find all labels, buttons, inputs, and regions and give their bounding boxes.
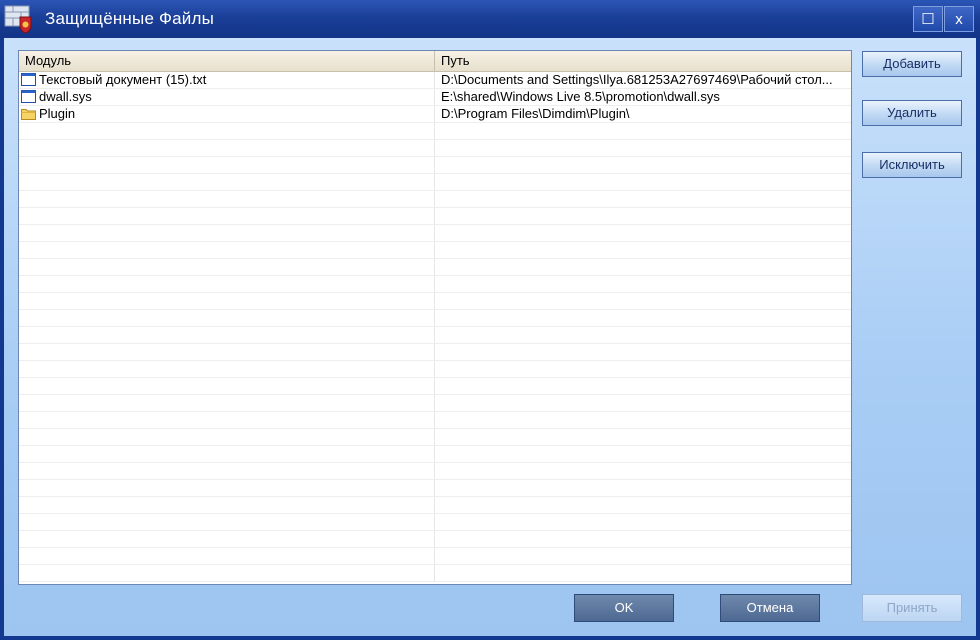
apply-button[interactable]: Принять — [862, 594, 962, 622]
empty-row — [19, 327, 851, 344]
list-rows: Текстовый документ (15).txt D:\Documents… — [19, 72, 851, 582]
empty-cell — [19, 225, 435, 241]
module-cell: dwall.sys — [19, 89, 435, 105]
empty-row — [19, 344, 851, 361]
list-header: Модуль Путь — [19, 51, 851, 72]
column-header-module[interactable]: Модуль — [19, 51, 435, 71]
path-cell: E:\shared\Windows Live 8.5\promotion\dwa… — [441, 89, 720, 104]
empty-cell — [19, 395, 435, 411]
empty-row — [19, 293, 851, 310]
empty-cell — [19, 293, 435, 309]
empty-row — [19, 531, 851, 548]
empty-cell — [19, 514, 435, 530]
empty-row — [19, 157, 851, 174]
close-button[interactable]: x — [944, 6, 974, 32]
text-file-icon — [21, 73, 36, 86]
empty-row — [19, 395, 851, 412]
empty-row — [19, 191, 851, 208]
empty-row — [19, 208, 851, 225]
empty-cell — [19, 497, 435, 513]
empty-row — [19, 123, 851, 140]
empty-cell — [19, 157, 435, 173]
empty-cell — [19, 344, 435, 360]
empty-row — [19, 463, 851, 480]
remove-button[interactable]: Удалить — [862, 100, 962, 126]
folder-icon — [21, 109, 36, 120]
empty-row — [19, 242, 851, 259]
module-name: dwall.sys — [39, 89, 92, 104]
empty-row — [19, 565, 851, 582]
module-name: Plugin — [39, 106, 76, 121]
empty-row — [19, 548, 851, 565]
path-cell: D:\Documents and Settings\Ilya.681253A27… — [441, 72, 833, 87]
empty-cell — [19, 463, 435, 479]
empty-row — [19, 497, 851, 514]
empty-cell — [19, 361, 435, 377]
empty-cell — [19, 242, 435, 258]
module-name: Текстовый документ (15).txt — [39, 72, 207, 87]
empty-row — [19, 514, 851, 531]
table-row[interactable]: Текстовый документ (15).txt D:\Documents… — [19, 72, 851, 89]
path-cell: D:\Program Files\Dimdim\Plugin\ — [441, 106, 630, 121]
column-header-path[interactable]: Путь — [435, 51, 851, 71]
table-row[interactable]: dwall.sys E:\shared\Windows Live 8.5\pro… — [19, 89, 851, 106]
empty-row — [19, 361, 851, 378]
window-title: Защищённые Файлы — [45, 9, 215, 28]
empty-row — [19, 412, 851, 429]
empty-row — [19, 310, 851, 327]
empty-cell — [19, 378, 435, 394]
protected-files-list[interactable]: Модуль Путь Текстовый документ (15).txt … — [18, 50, 852, 585]
empty-cell — [19, 327, 435, 343]
empty-cell — [19, 123, 435, 139]
empty-row — [19, 480, 851, 497]
empty-cell — [19, 276, 435, 292]
empty-cell — [19, 259, 435, 275]
maximize-button[interactable]: ☐ — [913, 6, 943, 32]
empty-cell — [19, 429, 435, 445]
empty-cell — [19, 310, 435, 326]
empty-cell — [19, 208, 435, 224]
empty-cell — [19, 565, 435, 581]
shield-wall-icon — [4, 5, 32, 34]
module-cell: Plugin — [19, 106, 435, 122]
close-icon: x — [955, 10, 963, 28]
empty-row — [19, 429, 851, 446]
empty-cell — [19, 548, 435, 564]
empty-cell — [19, 412, 435, 428]
protected-files-window: Защищённые Файлы ☐ x Модуль Путь Текстов… — [0, 0, 980, 640]
maximize-icon: ☐ — [921, 11, 935, 28]
empty-row — [19, 276, 851, 293]
empty-cell — [19, 531, 435, 547]
module-cell: Текстовый документ (15).txt — [19, 72, 435, 88]
title-bar[interactable]: Защищённые Файлы ☐ x — [0, 0, 980, 38]
empty-row — [19, 225, 851, 242]
empty-row — [19, 174, 851, 191]
ok-button[interactable]: OK — [574, 594, 674, 622]
empty-row — [19, 446, 851, 463]
empty-cell — [19, 191, 435, 207]
empty-cell — [19, 174, 435, 190]
exclude-button[interactable]: Исключить — [862, 152, 962, 178]
dialog-body: Модуль Путь Текстовый документ (15).txt … — [4, 38, 976, 636]
empty-row — [19, 378, 851, 395]
add-button[interactable]: Добавить — [862, 51, 962, 77]
empty-cell — [19, 480, 435, 496]
empty-cell — [19, 446, 435, 462]
empty-cell — [19, 140, 435, 156]
system-file-icon — [21, 90, 36, 103]
table-row[interactable]: Plugin D:\Program Files\Dimdim\Plugin\ — [19, 106, 851, 123]
empty-row — [19, 259, 851, 276]
cancel-button[interactable]: Отмена — [720, 594, 820, 622]
empty-row — [19, 140, 851, 157]
